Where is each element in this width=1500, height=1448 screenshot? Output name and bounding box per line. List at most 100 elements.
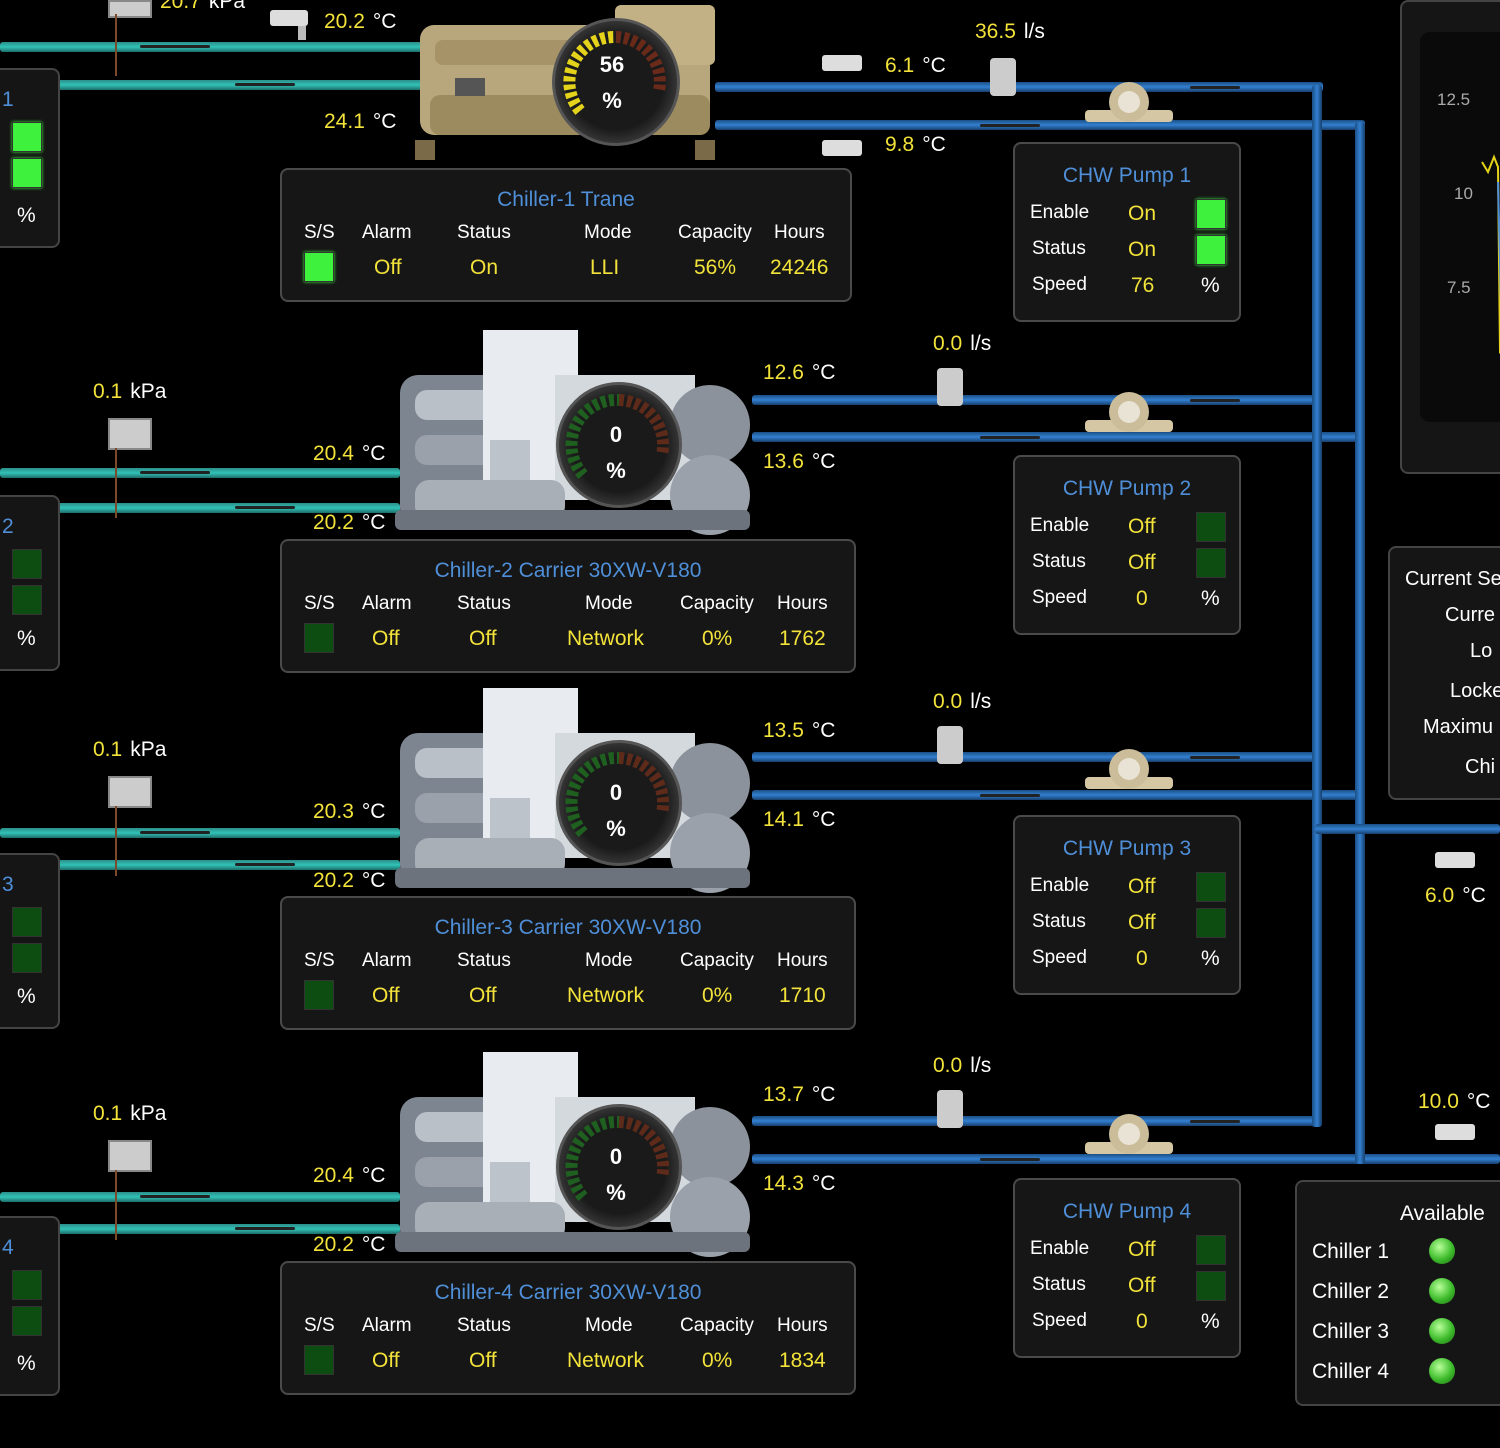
chw-pump-1-enable-toggle[interactable]: [1196, 199, 1226, 229]
chiller-4-status-value: Off: [469, 1349, 497, 1372]
chw-pump-3-panel: CHW Pump 3 Enable Status Speed Off Off 0%: [1013, 815, 1241, 995]
chiller-2-hours-value: 1762: [779, 627, 826, 650]
available-chiller-3-label: Chiller 3: [1312, 1320, 1390, 1343]
flow-meter-icon: [990, 58, 1016, 96]
chw-return-pipe-1: [715, 120, 1365, 130]
chiller-2-supply-temp: 12.6 °C: [763, 361, 836, 384]
cond-pump-1-enable-toggle[interactable]: [12, 122, 42, 152]
chw-pump-1-status-value: On: [1128, 238, 1157, 261]
chiller-4-pressure: 0.1 kPa: [93, 1102, 167, 1125]
chw-pump-2-speed-unit: %: [1201, 587, 1220, 610]
available-chiller-3-led-icon: [1429, 1318, 1455, 1344]
chw-pump-2-title: CHW Pump 2: [1062, 477, 1192, 500]
chiller-2-cond-temp-out: 20.2 °C: [313, 511, 386, 534]
header-capacity: Capacity: [678, 222, 752, 243]
chw-pump-4-title: CHW Pump 4: [1062, 1200, 1192, 1223]
header-capacity: Capacity: [680, 593, 754, 614]
chiller-3-ss-toggle[interactable]: [304, 980, 334, 1010]
chiller-3-hours-value: 1710: [779, 984, 826, 1007]
header-hours: Hours: [774, 222, 825, 243]
condenser-pump-2-panel: 2%: [0, 495, 60, 671]
seq-line-maximum: Maximu: [1423, 716, 1494, 738]
pump-enable-label: Enable: [1030, 1238, 1090, 1259]
chw-pump-3-enable-toggle[interactable]: [1196, 872, 1226, 902]
chiller-4-gauge-value: 0: [609, 1144, 623, 1169]
chiller-2-gauge-value: 0: [609, 422, 623, 447]
chw-pump-1-icon[interactable]: [1085, 80, 1173, 128]
chw-pump-3-speed-unit: %: [1201, 947, 1220, 970]
chw-pump-3-status-value: Off: [1128, 911, 1156, 934]
chw-pump-3-icon[interactable]: [1085, 747, 1173, 795]
pump-speed-label: Speed: [1032, 947, 1087, 968]
trend-tick-12-5: 12.5: [1437, 90, 1471, 109]
chw-pump-1-panel: CHW Pump 1 Enable Status Speed On On 76%: [1013, 142, 1241, 322]
chiller-1-panel: Chiller-1 Trane S/S Alarm Status Mode Capacit…: [280, 168, 852, 302]
chiller-2-ss-toggle[interactable]: [304, 623, 334, 653]
condenser-pump-1-panel: 1%: [0, 68, 60, 248]
chw-supply-header: [1312, 85, 1322, 1127]
chw-return-header: [1355, 122, 1365, 1164]
cond-pump-4-number: 4: [2, 1236, 14, 1259]
chw-pump-2-icon[interactable]: [1085, 390, 1173, 438]
chiller-1-ss-toggle[interactable]: [304, 252, 334, 282]
header-alarm: Alarm: [362, 1315, 412, 1336]
chw-pump-4-speed-value: 0: [1136, 1310, 1148, 1333]
chiller-4-cond-temp-out: 20.2 °C: [313, 1233, 386, 1256]
chiller-2-flow: 0.0 l/s: [933, 332, 992, 355]
chw-pump-4-enable-toggle[interactable]: [1196, 1235, 1226, 1265]
header-ss: S/S: [304, 222, 335, 243]
chiller-4-panel: Chiller-4 Carrier 30XW-V180 S/S Alarm Statu…: [280, 1261, 856, 1395]
pump-speed-label: Speed: [1032, 1310, 1087, 1331]
trend-chart-panel: 12.5 10 7.5: [1400, 0, 1500, 474]
chiller-3-gauge-unit: %: [606, 816, 626, 841]
trend-line: [1481, 154, 1500, 354]
pump-status-label: Status: [1032, 911, 1086, 932]
chiller-1-gauge-value: 56: [599, 52, 625, 77]
header-hours: Hours: [777, 1315, 828, 1336]
chiller-2-alarm-value: Off: [372, 627, 400, 650]
chiller-3-alarm-value: Off: [372, 984, 400, 1007]
chw-pump-2-enable-toggle[interactable]: [1196, 512, 1226, 542]
trend-tick-7-5: 7.5: [1447, 278, 1471, 297]
chiller-2-flow-meter-icon: [937, 368, 963, 406]
chiller-4-title: Chiller-4 Carrier 30XW-V180: [434, 1281, 702, 1304]
cond-pump-3-enable-toggle[interactable]: [12, 907, 42, 937]
cond-pump-4-speed-unit: %: [17, 1352, 36, 1375]
available-chiller-1-label: Chiller 1: [1312, 1240, 1390, 1263]
chw-pump-4-icon[interactable]: [1085, 1112, 1173, 1160]
pump-status-label: Status: [1032, 238, 1086, 259]
chiller-4-gauge-unit: %: [606, 1180, 626, 1205]
chiller-1-flow: 36.5 l/s: [975, 20, 1045, 43]
header-alarm: Alarm: [362, 950, 412, 971]
chiller-3-title: Chiller-3 Carrier 30XW-V180: [434, 916, 702, 939]
chw-pump-4-status-value: Off: [1128, 1274, 1156, 1297]
seq-line-locked: Locke: [1450, 680, 1500, 702]
chw-pump-4-status-indicator: [1196, 1271, 1226, 1301]
chiller-4-cond-temp-in: 20.4 °C: [313, 1164, 386, 1187]
cond-pump-2-speed-unit: %: [17, 627, 36, 650]
header-capacity: Capacity: [680, 1315, 754, 1336]
pump-status-label: Status: [1032, 551, 1086, 572]
header-alarm: Alarm: [362, 593, 412, 614]
chiller-4-ss-toggle[interactable]: [304, 1345, 334, 1375]
chw-pump-4-speed-unit: %: [1201, 1310, 1220, 1333]
chiller-1-capacity-value: 56%: [694, 256, 737, 279]
chiller-3-cond-temp-in: 20.3 °C: [313, 800, 386, 823]
pump-speed-label: Speed: [1032, 274, 1087, 295]
available-chiller-2-led-icon: [1429, 1278, 1455, 1304]
header-ss: S/S: [304, 1315, 335, 1336]
chiller-3-pressure-gauge-icon: [108, 776, 152, 808]
cond-pump-4-enable-toggle[interactable]: [12, 1270, 42, 1300]
cond-pump-2-enable-toggle[interactable]: [12, 549, 42, 579]
condenser-pump-4-panel: 4%: [0, 1216, 60, 1396]
available-chillers-panel: Available Chiller 1 Chiller 2 Chiller 3 …: [1295, 1180, 1500, 1406]
common-return-temp: 10.0 °C: [1418, 1090, 1491, 1113]
header-status: Status: [457, 950, 511, 971]
chiller-1-return-temp: 9.8 °C: [885, 133, 946, 156]
available-chiller-4-led-icon: [1429, 1358, 1455, 1384]
chw-pump-2-status-indicator: [1196, 548, 1226, 578]
chiller-3-gauge-value: 0: [609, 780, 623, 805]
chiller-3-flow: 0.0 l/s: [933, 690, 992, 713]
chiller-2-pressure: 0.1 kPa: [93, 380, 167, 403]
available-chiller-4-label: Chiller 4: [1312, 1360, 1390, 1383]
